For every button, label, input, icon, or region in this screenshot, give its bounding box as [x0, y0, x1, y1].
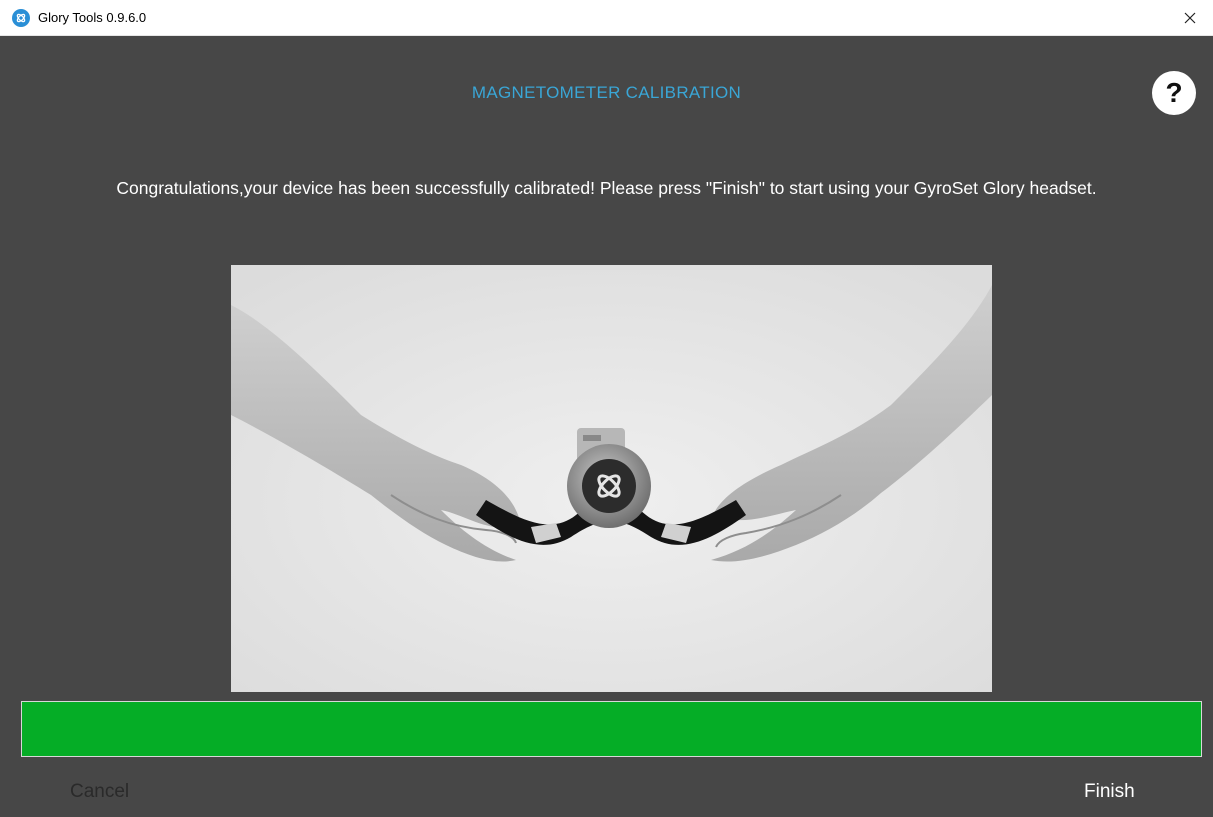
hands-holding-headset-photo: [231, 265, 992, 692]
window-titlebar: Glory Tools 0.9.6.0: [0, 0, 1213, 36]
success-message: Congratulations,your device has been suc…: [116, 178, 1097, 198]
calibration-progress-bar: [21, 701, 1202, 757]
page-title: MAGNETOMETER CALIBRATION: [471, 83, 742, 102]
finish-button[interactable]: Finish: [1084, 781, 1135, 803]
progress-fill: [22, 702, 1201, 756]
help-question-icon: ?: [1165, 77, 1183, 108]
window-title: Glory Tools 0.9.6.0: [38, 10, 147, 25]
calibration-illustration: [231, 265, 992, 692]
window-close-button[interactable]: [1167, 0, 1213, 36]
window-frame: [0, 36, 1213, 49]
close-icon: [1184, 12, 1196, 24]
app-logo-icon: [12, 8, 30, 27]
help-button[interactable]: ?: [1152, 71, 1196, 115]
cancel-button[interactable]: Cancel: [70, 781, 129, 803]
